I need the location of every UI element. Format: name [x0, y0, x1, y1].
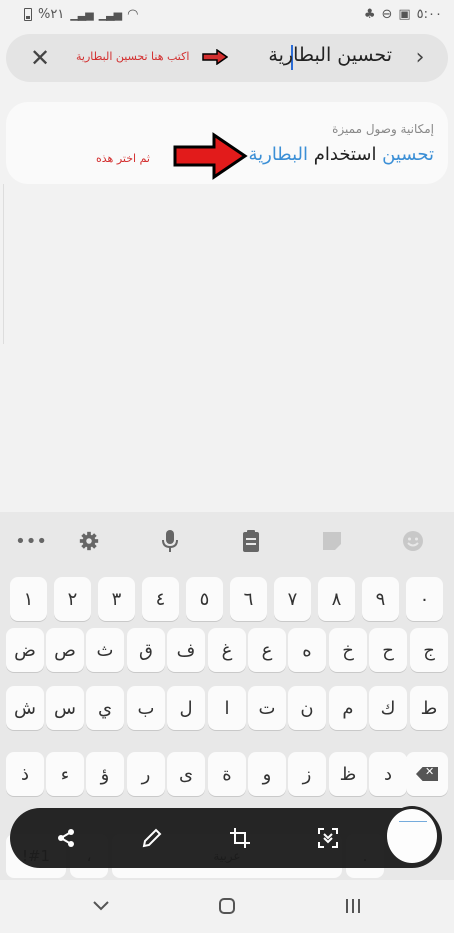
key[interactable]: ؤ: [86, 752, 124, 796]
status-right: ♣ ⊖ ▣ ٥:٠٠: [364, 7, 442, 22]
signal-icon: ▁▃▅: [70, 7, 93, 21]
screenshot-toolbar: [10, 806, 442, 868]
key[interactable]: ٥: [186, 577, 223, 621]
key[interactable]: ض: [6, 628, 44, 672]
backspace-icon: ✕: [416, 767, 438, 781]
key[interactable]: د: [369, 752, 407, 796]
key[interactable]: ش: [6, 686, 44, 730]
chevron-right-icon[interactable]: ›: [408, 44, 432, 72]
battery-icon: [24, 7, 32, 21]
backspace-key[interactable]: ✕: [406, 752, 448, 796]
home-nav-icon[interactable]: [212, 894, 242, 918]
wifi-icon: ◠: [127, 6, 139, 22]
key[interactable]: ظ: [329, 752, 367, 796]
clipboard-icon[interactable]: [236, 526, 266, 556]
key[interactable]: ت: [248, 686, 286, 730]
keyboard-toolbar: •••: [0, 512, 454, 572]
result-hint-annotation: ثم اختر هذه: [96, 152, 150, 165]
divider: [0, 184, 4, 344]
keyboard: ••• ١ ٢ ٣ ٤ ٥ ٦ ٧ ٨ ٩ ٠ ض ص ث ق ف غ ع ه …: [0, 512, 454, 933]
key[interactable]: ١: [10, 577, 47, 621]
key[interactable]: ق: [127, 628, 165, 672]
key-row-2: ش س ي ب ل ا ت ن م ك ط: [0, 686, 454, 730]
key[interactable]: ف: [167, 628, 205, 672]
search-input[interactable]: تحسين البطارية: [268, 44, 392, 66]
navigation-bar: [0, 880, 454, 933]
key[interactable]: ى: [167, 752, 205, 796]
back-nav-icon[interactable]: [86, 894, 116, 918]
key[interactable]: ٣: [98, 577, 135, 621]
result-title[interactable]: تحسين استخدام البطارية: [248, 144, 434, 165]
key[interactable]: ء: [46, 752, 84, 796]
key[interactable]: ٠: [406, 577, 443, 621]
key[interactable]: ٦: [230, 577, 267, 621]
status-bar: %٢١ ▁▃▅ ▁▃▅ ◠ ♣ ⊖ ▣ ٥:٠٠: [0, 0, 454, 28]
key[interactable]: ٢: [54, 577, 91, 621]
search-hint-annotation: اكتب هنا تحسين البطارية: [76, 50, 190, 63]
key[interactable]: ز: [288, 752, 326, 796]
key[interactable]: خ: [329, 628, 367, 672]
gear-icon[interactable]: [74, 526, 104, 556]
thumbnail-preview: [399, 821, 427, 827]
scroll-capture-icon[interactable]: [312, 822, 344, 854]
screenshot-thumbnail[interactable]: [384, 806, 440, 866]
key[interactable]: ي: [86, 686, 124, 730]
result-title-highlight-2: البطارية: [248, 144, 308, 165]
key[interactable]: ٤: [142, 577, 179, 621]
dnd-icon: ⊖: [381, 6, 393, 22]
pencil-icon[interactable]: [136, 822, 168, 854]
emoji-icon[interactable]: [398, 526, 428, 556]
key[interactable]: ص: [46, 628, 84, 672]
key[interactable]: غ: [208, 628, 246, 672]
recents-nav-icon[interactable]: [338, 894, 368, 918]
key[interactable]: ع: [248, 628, 286, 672]
signal-icon-2: ▁▃▅: [98, 7, 122, 21]
big-arrow-icon: [173, 132, 248, 180]
key[interactable]: ن: [288, 686, 326, 730]
close-icon[interactable]: ✕: [26, 44, 54, 72]
key[interactable]: ٩: [362, 577, 399, 621]
search-bar[interactable]: ✕ اكتب هنا تحسين البطارية تحسين البطارية…: [6, 34, 448, 82]
sticker-icon[interactable]: [317, 526, 347, 556]
key[interactable]: ه: [288, 628, 326, 672]
status-left: %٢١ ▁▃▅ ▁▃▅ ◠: [24, 7, 138, 22]
microphone-icon[interactable]: [155, 526, 185, 556]
clock: ٥:٠٠: [416, 6, 442, 22]
key[interactable]: م: [329, 686, 367, 730]
key[interactable]: ط: [410, 686, 448, 730]
key[interactable]: ك: [369, 686, 407, 730]
key[interactable]: ج: [410, 628, 448, 672]
key[interactable]: ب: [127, 686, 165, 730]
key[interactable]: ة: [208, 752, 246, 796]
key-row-3: ذ ء ؤ ر ى ة و ز ظ د ✕: [0, 752, 454, 796]
search-result-card[interactable]: إمكانية وصول مميزة تحسين استخدام البطاري…: [6, 102, 448, 184]
crop-icon[interactable]: [224, 822, 256, 854]
result-title-highlight-1: تحسين: [382, 144, 434, 165]
gallery-icon: ▣: [398, 6, 411, 22]
key[interactable]: ٧: [274, 577, 311, 621]
key[interactable]: ٨: [318, 577, 355, 621]
key[interactable]: ذ: [6, 752, 44, 796]
key[interactable]: س: [46, 686, 84, 730]
result-category: إمكانية وصول مميزة: [332, 122, 434, 136]
key[interactable]: ل: [167, 686, 205, 730]
more-icon[interactable]: •••: [15, 526, 47, 556]
key-row-1: ض ص ث ق ف غ ع ه خ ح ج: [0, 628, 454, 672]
key[interactable]: ث: [86, 628, 124, 672]
result-title-middle: استخدام: [308, 144, 383, 165]
share-icon[interactable]: [50, 822, 82, 854]
key[interactable]: ا: [208, 686, 246, 730]
notification-icon: ♣: [363, 6, 376, 22]
key[interactable]: ر: [127, 752, 165, 796]
arrow-icon: [202, 49, 228, 65]
battery-percent: %٢١: [38, 6, 65, 22]
key-row-numbers: ١ ٢ ٣ ٤ ٥ ٦ ٧ ٨ ٩ ٠: [0, 577, 454, 621]
key[interactable]: و: [248, 752, 286, 796]
key[interactable]: ح: [369, 628, 407, 672]
